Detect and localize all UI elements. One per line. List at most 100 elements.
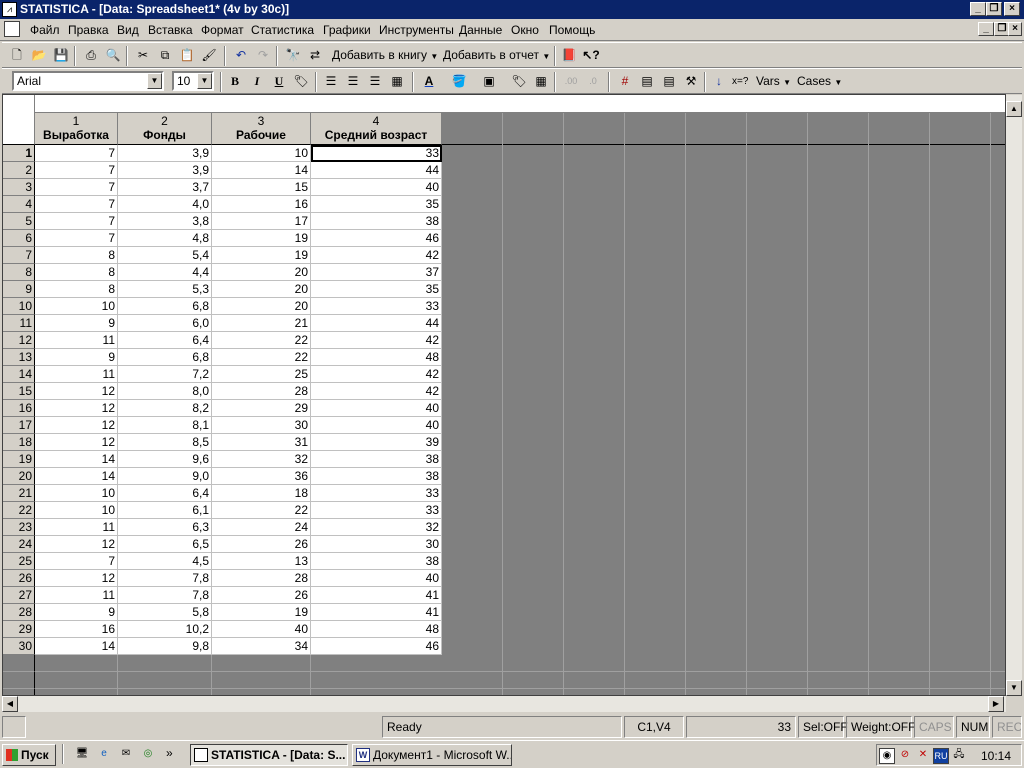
menu-help[interactable]: Помощь — [546, 22, 598, 38]
doc-minimize-icon[interactable]: _ — [978, 22, 994, 36]
row-header[interactable]: 11 — [3, 315, 35, 332]
row-header[interactable]: 8 — [3, 264, 35, 281]
table-cell[interactable]: 14 — [212, 162, 311, 179]
table-cell[interactable]: 6,8 — [118, 298, 212, 315]
table-cell[interactable]: 11 — [35, 366, 118, 383]
table-cell[interactable]: 42 — [311, 247, 442, 264]
task-word[interactable]: W Документ1 - Microsoft W... — [352, 744, 512, 766]
table-cell[interactable]: 21 — [212, 315, 311, 332]
paste-icon[interactable]: 📋 — [176, 45, 198, 67]
menu-format[interactable]: Формат — [198, 22, 247, 38]
variable-specs-icon[interactable]: ▤ — [636, 71, 658, 93]
tools-icon[interactable]: ⚒ — [680, 71, 702, 93]
row-header[interactable]: 20 — [3, 468, 35, 485]
table-cell[interactable]: 22 — [212, 332, 311, 349]
menu-edit[interactable]: Правка — [65, 22, 112, 38]
table-cell[interactable]: 12 — [35, 434, 118, 451]
table-cell[interactable]: 18 — [212, 485, 311, 502]
print-preview-icon[interactable]: 🔍 — [102, 45, 124, 67]
table-cell[interactable]: 3,9 — [118, 162, 212, 179]
find-binoculars-icon[interactable]: 🔭 — [282, 45, 304, 67]
copy-icon[interactable]: ⧉ — [154, 45, 176, 67]
table-cell[interactable]: 7 — [35, 230, 118, 247]
table-cell[interactable]: 41 — [311, 604, 442, 621]
cut-icon[interactable]: ✂ — [132, 45, 154, 67]
bold-button[interactable]: B — [224, 71, 246, 93]
redo-icon[interactable]: ↷ — [252, 45, 274, 67]
table-cell[interactable]: 6,8 — [118, 349, 212, 366]
table-cell[interactable]: 7 — [35, 162, 118, 179]
cases-button[interactable]: Cases ▼ — [797, 74, 842, 88]
table-cell[interactable]: 9 — [35, 315, 118, 332]
table-cell[interactable]: 48 — [311, 621, 442, 638]
table-cell[interactable]: 17 — [212, 213, 311, 230]
context-help-icon[interactable]: ↖? — [580, 45, 602, 67]
border-icon[interactable]: ▣ — [478, 71, 500, 93]
row-header[interactable]: 2 — [3, 162, 35, 179]
print-icon[interactable]: ⎙ — [80, 45, 102, 67]
fill-color-icon[interactable]: 🪣 — [448, 71, 470, 93]
row-header[interactable]: 14 — [3, 366, 35, 383]
table-cell[interactable]: 12 — [35, 383, 118, 400]
table-cell[interactable]: 7 — [35, 145, 118, 162]
row-header[interactable]: 13 — [3, 349, 35, 366]
chevron-down-icon[interactable]: ▼ — [197, 73, 212, 89]
table-cell[interactable]: 6,1 — [118, 502, 212, 519]
table-cell[interactable]: 22 — [212, 349, 311, 366]
row-header[interactable]: 16 — [3, 400, 35, 417]
column-header[interactable]: 3 Рабочие — [212, 113, 311, 145]
table-cell[interactable]: 44 — [311, 162, 442, 179]
menu-tools[interactable]: Инструменты — [376, 22, 457, 38]
table-cell[interactable]: 8,5 — [118, 434, 212, 451]
menu-graphs[interactable]: Графики — [320, 22, 374, 38]
table-cell[interactable]: 3,7 — [118, 179, 212, 196]
table-cell[interactable]: 8 — [35, 264, 118, 281]
table-cell[interactable]: 32 — [311, 519, 442, 536]
table-cell[interactable]: 25 — [212, 366, 311, 383]
table-cell[interactable]: 16 — [212, 196, 311, 213]
row-header[interactable]: 18 — [3, 434, 35, 451]
menu-view[interactable]: Вид — [114, 22, 142, 38]
quick-launch-app-icon[interactable]: ◎ — [140, 747, 156, 763]
table-cell[interactable]: 35 — [311, 281, 442, 298]
table-cell[interactable]: 16 — [35, 621, 118, 638]
table-cell[interactable]: 4,4 — [118, 264, 212, 281]
scroll-up-icon[interactable]: ▲ — [1006, 101, 1022, 117]
menu-statistics[interactable]: Статистика — [248, 22, 317, 38]
table-cell[interactable]: 10 — [212, 145, 311, 162]
italic-button[interactable]: I — [246, 71, 268, 93]
table-cell[interactable]: 11 — [35, 587, 118, 604]
table-cell[interactable]: 15 — [212, 179, 311, 196]
decrease-decimal-icon[interactable]: .0 — [582, 71, 604, 93]
open-folder-icon[interactable]: 📂 — [28, 45, 50, 67]
table-cell[interactable]: 48 — [311, 349, 442, 366]
table-cell[interactable]: 12 — [35, 400, 118, 417]
table-cell[interactable]: 4,5 — [118, 553, 212, 570]
table-cell[interactable]: 9,8 — [118, 638, 212, 655]
language-indicator[interactable]: RU — [933, 748, 949, 764]
menu-file[interactable]: Файл — [27, 22, 63, 38]
table-cell[interactable]: 10 — [35, 485, 118, 502]
table-cell[interactable]: 36 — [212, 468, 311, 485]
table-cell[interactable]: 7 — [35, 196, 118, 213]
tray-network-icon[interactable]: 🖧 — [951, 748, 967, 764]
table-cell[interactable]: 30 — [212, 417, 311, 434]
vertical-scrollbar[interactable]: ▲ ▼ — [1006, 95, 1022, 696]
table-cell[interactable]: 40 — [311, 400, 442, 417]
tray-app-icon[interactable]: ◉ — [879, 748, 895, 764]
align-left-icon[interactable]: ☰ — [320, 71, 342, 93]
table-cell[interactable]: 12 — [35, 417, 118, 434]
minimize-icon[interactable]: _ — [970, 2, 986, 16]
table-cell[interactable]: 30 — [311, 536, 442, 553]
column-header[interactable]: 2 Фонды — [118, 113, 212, 145]
save-icon[interactable]: 💾 — [50, 45, 72, 67]
add-to-workbook-button[interactable]: Добавить в книгу ▼ — [332, 48, 438, 62]
table-cell[interactable]: 6,5 — [118, 536, 212, 553]
align-right-icon[interactable]: ☰ — [364, 71, 386, 93]
table-cell[interactable]: 10 — [35, 502, 118, 519]
table-cell[interactable]: 31 — [212, 434, 311, 451]
spreadsheet-doc-icon[interactable] — [4, 21, 20, 37]
status-weight[interactable]: Weight:OFF — [846, 716, 915, 738]
increase-decimal-icon[interactable]: .00 — [560, 71, 582, 93]
table-cell[interactable]: 14 — [35, 451, 118, 468]
